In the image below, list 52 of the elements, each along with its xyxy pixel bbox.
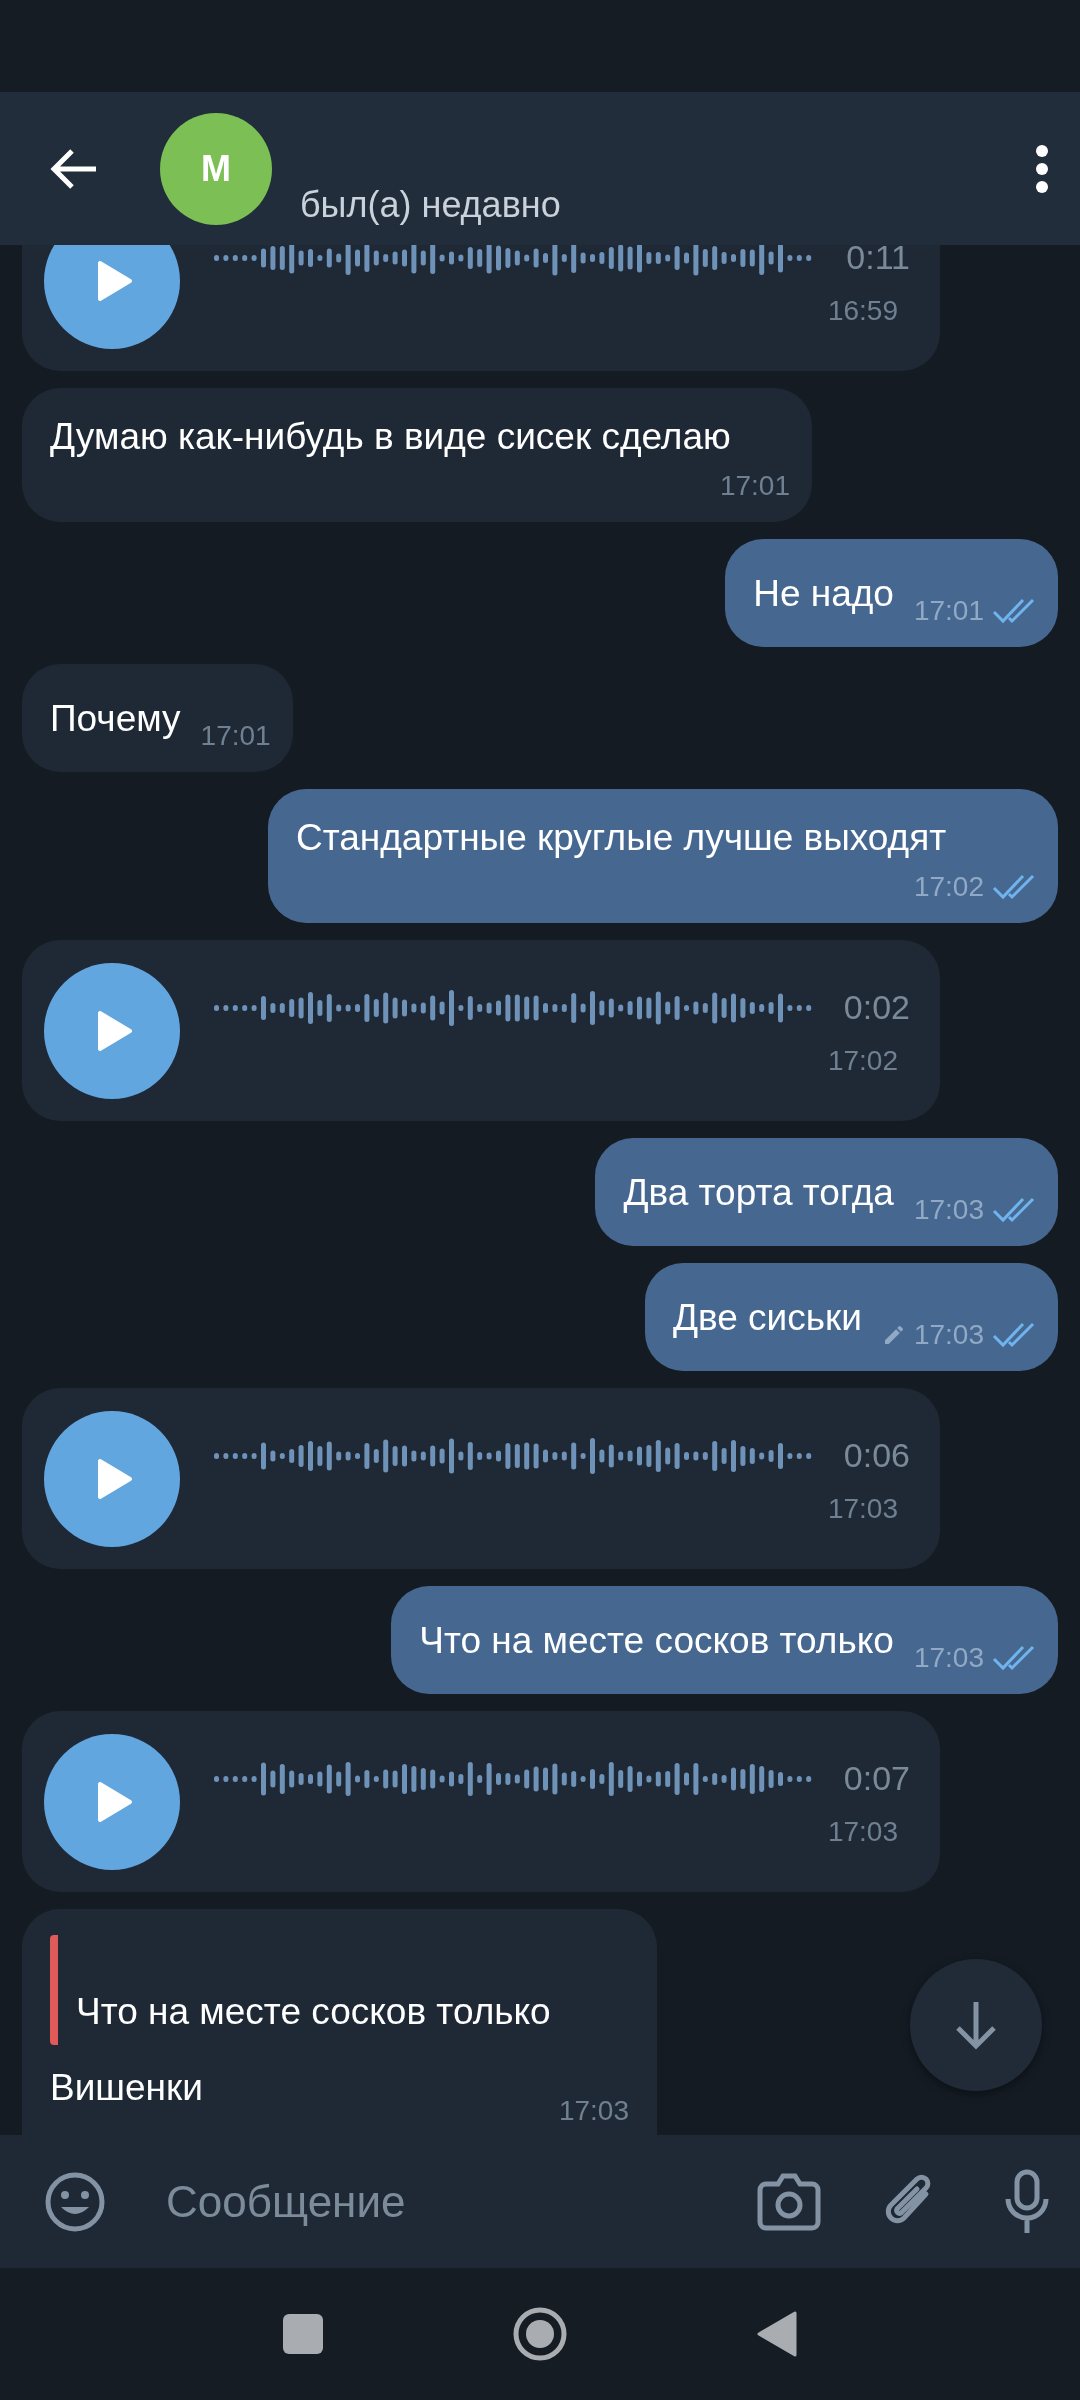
message-text: Две сиськи (672, 1297, 862, 1340)
play-button[interactable] (44, 245, 180, 349)
message-time: 17:03 (913, 1642, 984, 1674)
play-button[interactable] (44, 1733, 180, 1870)
down-arrow-icon (954, 2000, 998, 2050)
reply-quote[interactable]: Что на месте сосков только (50, 1935, 629, 2045)
message-bubble[interactable]: Не надо 17:01 (725, 539, 1058, 647)
message-composer-bar[interactable]: Сообщение (0, 2135, 1080, 2268)
play-button[interactable] (44, 1410, 180, 1547)
voice-message-bubble[interactable]: 0:07 17:03 (22, 1711, 940, 1892)
message-bubble[interactable]: Два торта тогда 17:03 (595, 1138, 1058, 1246)
voice-duration: 0:02 (843, 988, 910, 1027)
message-text: Не надо (753, 573, 894, 616)
message-text: Почему (50, 698, 181, 741)
message-time: 16:59 (827, 295, 898, 327)
play-button[interactable] (44, 962, 180, 1099)
message-time: 17:03 (558, 2095, 629, 2127)
message-bubble[interactable]: Думаю как-нибудь в виде сисек сделаю 17:01 (22, 388, 812, 522)
message-text: Стандартные круглые лучше выходят (296, 817, 948, 860)
quoted-text: Что на месте сосков только (76, 1991, 551, 2032)
message-time: 17:03 (827, 1816, 898, 1848)
camera-icon[interactable] (756, 2171, 822, 2232)
message-time: 17:01 (719, 470, 790, 502)
message-text: Два торта тогда (623, 1172, 894, 1215)
back-icon[interactable] (50, 148, 98, 189)
message-bubble[interactable]: Что на месте сосков только Вишенки 17:03 (22, 1909, 657, 2135)
back-triangle-icon[interactable] (757, 2311, 797, 2357)
message-time: 17:02 (913, 871, 984, 903)
voice-duration: 0:07 (843, 1759, 910, 1798)
microphone-icon[interactable] (1004, 2168, 1050, 2235)
voice-duration: 0:06 (843, 1436, 910, 1475)
message-time: 17:03 (913, 1194, 984, 1226)
message-time: 17:03 (913, 1319, 984, 1351)
home-icon[interactable] (513, 2307, 567, 2361)
message-text: Вишенки (50, 2067, 204, 2110)
voice-message-bubble[interactable]: 0:02 17:02 (22, 940, 940, 1121)
message-time: 17:03 (827, 1493, 898, 1525)
message-bubble[interactable]: Две сиськи 17:03 (644, 1263, 1058, 1371)
message-bubble[interactable]: Стандартные круглые лучше выходят 17:02 (268, 789, 1058, 923)
message-bubble[interactable]: Что на месте сосков только 17:03 (391, 1586, 1058, 1694)
message-time: 17:02 (827, 1045, 898, 1077)
message-time: 17:01 (200, 720, 271, 752)
voice-message-bubble[interactable]: 0:11 16:59 (22, 245, 940, 371)
message-bubble[interactable]: Почему 17:01 (22, 664, 293, 772)
menu-icon[interactable] (1034, 143, 1050, 194)
message-text: Думаю как-нибудь в виде сисек сделаю (50, 416, 732, 459)
emoji-icon[interactable] (44, 2170, 106, 2233)
contact-status: был(а) недавно (300, 183, 561, 226)
message-time: 17:01 (913, 595, 984, 627)
message-text: Что на месте сосков только (419, 1620, 894, 1663)
voice-duration: 0:11 (846, 245, 910, 277)
voice-message-bubble[interactable]: 0:06 17:03 (22, 1388, 940, 1569)
